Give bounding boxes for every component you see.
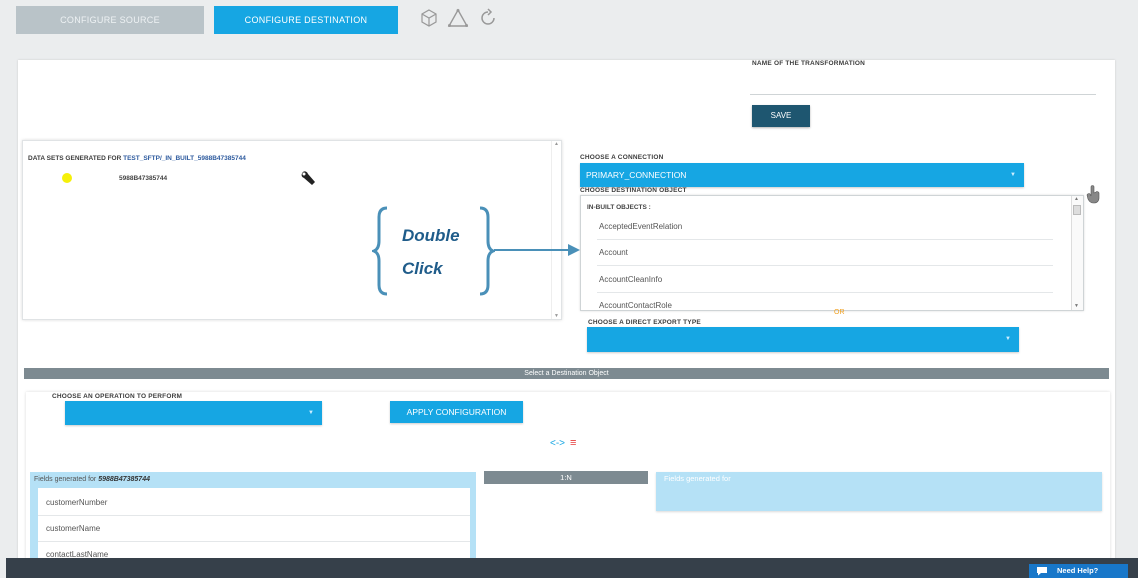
fields-left-header-prefix: Fields generated for — [34, 476, 97, 483]
annotation-brace-right-icon — [479, 206, 495, 296]
wrench-icon[interactable] — [300, 170, 316, 186]
cube-icon[interactable] — [419, 8, 439, 28]
annotation-arrow-icon — [494, 244, 580, 256]
list-item[interactable]: Account — [597, 240, 1053, 266]
triangle-icon[interactable] — [447, 8, 469, 28]
bottom-bar — [6, 558, 1138, 578]
or-label: OR — [834, 309, 845, 316]
mapping-badge: 1:N — [484, 471, 648, 484]
list-item[interactable]: AcceptedEventRelation — [597, 214, 1053, 240]
dataset-name[interactable]: 5988B47385744 — [119, 175, 167, 182]
connection-select[interactable]: PRIMARY_CONNECTION ▼ — [580, 163, 1024, 187]
operation-select[interactable]: ▼ — [65, 401, 322, 425]
hand-cursor-icon — [1086, 185, 1100, 204]
datasets-title-prefix: DATA SETS GENERATED FOR — [28, 155, 122, 162]
annotation-text-double: Double — [402, 226, 460, 245]
status-dot — [62, 173, 72, 183]
list-item[interactable]: customerNumber — [38, 490, 470, 516]
operation-label: CHOOSE AN OPERATION TO PERFORM — [52, 393, 183, 400]
status-bar: Select a Destination Object — [24, 368, 1109, 379]
datasets-title: DATA SETS GENERATED FOR TEST_SFTP/_IN_BU… — [28, 155, 246, 162]
menu-lines-icon[interactable]: ≡ — [570, 437, 576, 449]
inbuilt-objects-group-label: IN-BUILT OBJECTS : — [587, 204, 651, 211]
connection-label: CHOOSE A CONNECTION — [580, 154, 664, 161]
chevron-down-icon: ▼ — [1005, 336, 1011, 342]
tab-configure-destination[interactable]: CONFIGURE DESTINATION — [214, 6, 398, 34]
fields-left-header-name: 5988B47385744 — [98, 476, 150, 483]
chevron-down-icon: ▼ — [308, 410, 314, 416]
chevron-down-icon: ▼ — [1010, 172, 1016, 178]
transformation-name-label: NAME OF THE TRANSFORMATION — [752, 60, 866, 67]
swap-arrows-icon[interactable]: <-> — [550, 438, 565, 449]
list-item[interactable]: AccountCleanInfo — [597, 267, 1053, 293]
tab-configure-source[interactable]: CONFIGURE SOURCE — [16, 6, 204, 34]
fields-left-header: Fields generated for 5988B47385744 — [30, 472, 476, 488]
datasets-source-link[interactable]: TEST_SFTP/_IN_BUILT_5988B47385744 — [123, 155, 246, 162]
object-list-scrollbar[interactable]: ▲ ▼ — [1071, 196, 1083, 310]
list-item[interactable]: customerName — [38, 516, 470, 542]
fields-left-list: customerNumber customerName contactLastN… — [38, 488, 470, 563]
export-type-label: CHOOSE A DIRECT EXPORT TYPE — [588, 319, 701, 326]
apply-configuration-button[interactable]: APPLY CONFIGURATION — [390, 401, 523, 423]
chat-bubble-icon — [1037, 567, 1047, 576]
need-help-label: Need Help? — [1057, 566, 1099, 575]
refresh-icon[interactable] — [478, 8, 498, 28]
fields-right-header: Fields generated for — [664, 474, 731, 483]
destination-object-label: CHOOSE DESTINATION OBJECT — [580, 187, 687, 194]
connection-selected-value: PRIMARY_CONNECTION — [586, 170, 687, 180]
save-button[interactable]: SAVE — [752, 105, 810, 127]
need-help-button[interactable]: Need Help? — [1029, 564, 1128, 578]
datasets-scrollbar[interactable]: ▲ ▼ — [551, 141, 561, 319]
export-type-select[interactable]: ▼ — [587, 327, 1019, 352]
list-item[interactable]: AccountContactRole — [597, 293, 1053, 310]
destination-object-list[interactable]: IN-BUILT OBJECTS : AcceptedEventRelation… — [580, 195, 1084, 311]
annotation-brace-left-icon — [372, 206, 388, 296]
annotation-text-click: Click — [402, 259, 443, 278]
transformation-name-input[interactable] — [750, 77, 1096, 95]
